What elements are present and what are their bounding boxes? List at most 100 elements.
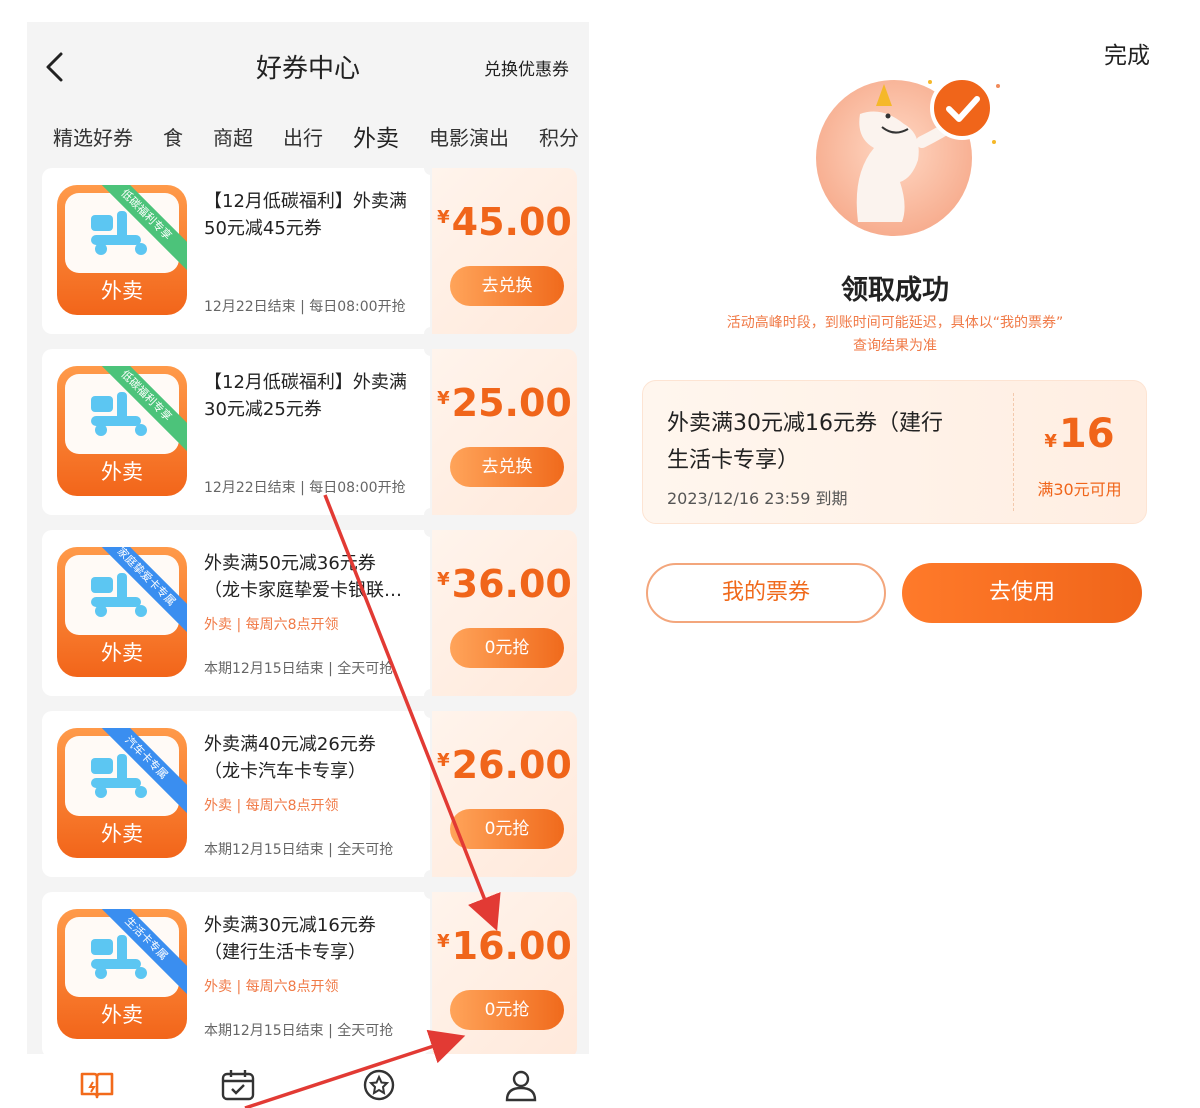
nav-home[interactable]: [79, 1068, 115, 1102]
coupon-center-screen: 好券中心 兑换优惠券 精选好券 食 商超 出行 外卖 电影演出 积分 低碳福利专…: [27, 22, 589, 1108]
coupon-card: 低碳福利专享 外卖 【12月低碳福利】外卖满 50元减45元券 12月22日结束…: [42, 161, 577, 341]
thumbnail-label: 外卖: [101, 641, 143, 665]
price-value: 45.00: [451, 200, 572, 244]
thumbnail-label: 外卖: [101, 1003, 143, 1027]
currency-symbol: ¥: [437, 207, 450, 228]
claim-button[interactable]: 去兑换: [450, 447, 564, 487]
coupon-title-line1: 【12月低碳福利】外卖满: [204, 191, 407, 212]
nav-calendar[interactable]: [220, 1068, 256, 1102]
coupon-title-line2: 50元减45元券: [204, 218, 322, 239]
claim-button[interactable]: 去兑换: [450, 266, 564, 306]
top-bar: 好券中心 兑换优惠券: [27, 22, 589, 112]
coupon-price: ¥36.00: [432, 562, 577, 606]
price-value: 26.00: [451, 743, 572, 787]
coupon-title-line2: （龙卡家庭挚爱卡银联…: [204, 580, 402, 601]
coupon-title-line1: 外卖满30元减16元券: [204, 915, 376, 936]
coupon-tag: 外卖 | 每周六8点开领: [204, 798, 339, 814]
success-note-line2: 查询结果为准: [853, 338, 937, 354]
coupon-info: 低碳福利专享 外卖 【12月低碳福利】外卖满 30元减25元券 12月22日结束…: [42, 349, 430, 515]
category-tabs: 精选好券 食 商超 出行 外卖 电影演出 积分: [27, 112, 589, 160]
thumbnail-label: 外卖: [101, 279, 143, 303]
takeout-thumbnail: 家庭挚爱卡专属 外卖: [57, 547, 187, 677]
star-badge-icon: [363, 1069, 395, 1101]
user-icon: [505, 1070, 537, 1102]
coupon-price-panel: ¥26.00 0元抢: [432, 711, 577, 877]
exchange-coupon-link[interactable]: 兑换优惠券: [484, 55, 569, 80]
coupon-title-line1: 【12月低碳福利】外卖满: [204, 372, 407, 393]
my-tickets-button[interactable]: 我的票券: [646, 563, 886, 623]
tab-points[interactable]: 积分: [539, 122, 579, 151]
coupon-price: ¥16.00: [432, 924, 577, 968]
coupon-info: 生活卡专属 外卖 外卖满30元减16元券 （建行生活卡专享） 外卖 | 每周六8…: [42, 892, 430, 1058]
nav-rewards[interactable]: [361, 1068, 397, 1102]
tab-food[interactable]: 食: [163, 122, 183, 151]
currency-symbol: ¥: [437, 750, 450, 771]
coupon-info: 低碳福利专享 外卖 【12月低碳福利】外卖满 50元减45元券 12月22日结束…: [42, 168, 430, 334]
coupon-title-line1: 外卖满50元减36元券: [204, 553, 376, 574]
coupon-price: ¥26.00: [432, 743, 577, 787]
currency-symbol: ¥: [437, 569, 450, 590]
coupon-title-line1: 外卖满40元减26元券: [204, 734, 376, 755]
coupon-card: 生活卡专属 外卖 外卖满30元减16元券 （建行生活卡专享） 外卖 | 每周六8…: [42, 885, 577, 1065]
coupon-price-panel: ¥45.00 去兑换: [432, 168, 577, 334]
claimed-coupon-condition: 满30元可用: [1037, 480, 1122, 499]
claimed-coupon-expiry: 2023/12/16 23:59 到期: [667, 489, 848, 508]
done-button[interactable]: 完成: [1104, 36, 1150, 70]
price-value: 25.00: [451, 381, 572, 425]
nav-profile[interactable]: [503, 1068, 539, 1102]
success-note: 活动高峰时段，到账时间可能延迟，具体以“我的票券” 查询结果为准: [700, 312, 1090, 358]
success-title: 领取成功: [841, 275, 949, 306]
check-badge-icon: [930, 76, 994, 140]
coupon-info: 家庭挚爱卡专属 外卖 外卖满50元减36元券 （龙卡家庭挚爱卡银联… 外卖 | …: [42, 530, 430, 696]
coupon-schedule: 12月22日结束 | 每日08:00开抢: [204, 299, 406, 315]
tab-movies-shows[interactable]: 电影演出: [429, 122, 509, 151]
bottom-nav: [27, 1054, 589, 1108]
book-icon: [80, 1072, 114, 1099]
coupon-card: 汽车卡专属 外卖 外卖满40元减26元券 （龙卡汽车卡专享） 外卖 | 每周六8…: [42, 704, 577, 884]
takeout-thumbnail: 低碳福利专享 外卖: [57, 366, 187, 496]
claimed-coupon-title: 外卖满30元减16元券（建行 生活卡专享）: [667, 405, 1007, 479]
claim-button[interactable]: 0元抢: [450, 809, 564, 849]
coupon-tag: 外卖 | 每周六8点开领: [204, 617, 339, 633]
coupon-price: ¥45.00: [432, 200, 577, 244]
coupon-schedule: 本期12月15日结束 | 全天可抢: [204, 1023, 394, 1039]
currency-symbol: ¥: [437, 388, 450, 409]
takeout-thumbnail: 低碳福利专享 外卖: [57, 185, 187, 315]
coupon-price-panel: ¥25.00 去兑换: [432, 349, 577, 515]
tab-supermarket[interactable]: 商超: [213, 122, 253, 151]
thumbnail-label: 外卖: [101, 822, 143, 846]
amount-value: 16: [1058, 411, 1115, 457]
thumbnail-label: 外卖: [101, 460, 143, 484]
coupon-price-panel: ¥16.00 0元抢: [432, 892, 577, 1058]
success-note-line1: 活动高峰时段，到账时间可能延迟，具体以“我的票券”: [726, 315, 1064, 331]
tab-featured[interactable]: 精选好券: [53, 122, 133, 151]
coupon-price: ¥25.00: [432, 381, 577, 425]
coupon-card: 低碳福利专享 外卖 【12月低碳福利】外卖满 30元减25元券 12月22日结束…: [42, 342, 577, 522]
claim-button[interactable]: 0元抢: [450, 990, 564, 1030]
coupon-title-line2: （龙卡汽车卡专享）: [204, 761, 366, 782]
tab-travel[interactable]: 出行: [283, 122, 323, 151]
claimed-coupon-title-line1: 外卖满30元减16元券（建行: [667, 411, 943, 436]
claimed-coupon-amount: ¥16: [1013, 411, 1146, 457]
coupon-title-line2: （建行生活卡专享）: [204, 942, 366, 963]
price-value: 16.00: [451, 924, 572, 968]
coupon-schedule: 本期12月15日结束 | 全天可抢: [204, 842, 394, 858]
claimed-coupon-card: 外卖满30元减16元券（建行 生活卡专享） 2023/12/16 23:59 到…: [642, 380, 1147, 524]
coupon-info: 汽车卡专属 外卖 外卖满40元减26元券 （龙卡汽车卡专享） 外卖 | 每周六8…: [42, 711, 430, 877]
use-now-button[interactable]: 去使用: [902, 563, 1142, 623]
coupon-tag: 外卖 | 每周六8点开领: [204, 979, 339, 995]
currency-symbol: ¥: [437, 931, 450, 952]
calendar-icon: [221, 1070, 255, 1101]
takeout-thumbnail: 生活卡专属 外卖: [57, 909, 187, 1039]
claim-button[interactable]: 0元抢: [450, 628, 564, 668]
page: 好券中心 兑换优惠券 精选好券 食 商超 出行 外卖 电影演出 积分 低碳福利专…: [0, 0, 1200, 1108]
price-value: 36.00: [451, 562, 572, 606]
coupon-card: 家庭挚爱卡专属 外卖 外卖满50元减36元券 （龙卡家庭挚爱卡银联… 外卖 | …: [42, 523, 577, 703]
takeout-thumbnail: 汽车卡专属 外卖: [57, 728, 187, 858]
currency-symbol: ¥: [1044, 431, 1057, 452]
claimed-coupon-title-line2: 生活卡专享）: [667, 448, 800, 473]
coupon-schedule: 本期12月15日结束 | 全天可抢: [204, 661, 394, 677]
coupon-price-panel: ¥36.00 0元抢: [432, 530, 577, 696]
success-mascot-illustration: [816, 76, 1000, 236]
tab-takeout[interactable]: 外卖: [353, 119, 399, 153]
